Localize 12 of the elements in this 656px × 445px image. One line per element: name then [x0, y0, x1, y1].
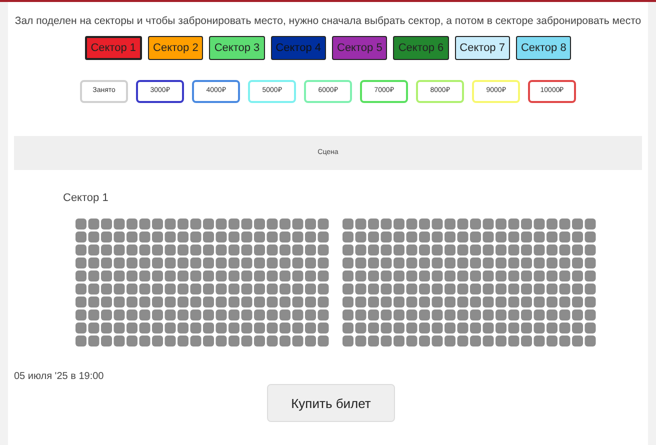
sector-title: Сектор 1: [63, 190, 110, 206]
sector-button[interactable]: Сектор 6: [393, 36, 449, 60]
buy-ticket-button[interactable]: Купить билет: [267, 384, 395, 422]
sector-button[interactable]: Сектор 2: [148, 36, 204, 60]
sector-button[interactable]: Сектор 3: [209, 36, 265, 60]
sector-button[interactable]: Сектор 7: [454, 36, 510, 60]
sector-button[interactable]: Сектор 8: [516, 36, 572, 60]
event-date: 05 июля '25 в 19:00: [14, 370, 105, 384]
seat-block-drawing[interactable]: [342, 218, 597, 348]
instruction-text: Зал поделен на секторы и чтобы забронировать место, нужно сначала выбрать сектор, а потом в секторе забронировать место: [14, 14, 642, 29]
sector-button[interactable]: Сектор 1: [84, 36, 142, 60]
seat-block-drawing[interactable]: [75, 218, 330, 348]
